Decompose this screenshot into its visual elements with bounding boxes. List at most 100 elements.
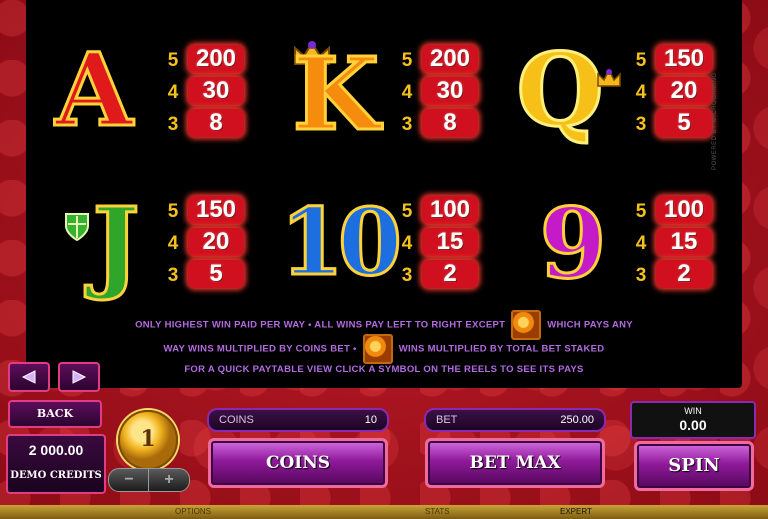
pay-count: 4 (167, 233, 179, 254)
minus-icon: − (124, 471, 134, 488)
coin-increase-button[interactable]: + (148, 468, 190, 492)
pay-row: 32 (632, 259, 742, 291)
pay-count: 4 (401, 233, 413, 254)
prev-page-button[interactable] (8, 362, 50, 392)
credits-label: DEMO CREDITS (10, 470, 102, 481)
spin-button[interactable]: SPIN (634, 441, 754, 491)
scatter-coin-icon (362, 334, 393, 364)
pay-value: 2 (422, 260, 478, 288)
bet-field-label: BET (436, 414, 458, 426)
pay-value: 5 (188, 260, 244, 288)
back-button[interactable]: BACK (8, 400, 102, 428)
info-line-2: WAY WINS MULTIPLIED BY COINS BET • WINS M… (26, 334, 742, 364)
win-label: WIN (684, 406, 702, 416)
symbol-k-glyph: K (291, 35, 381, 153)
crown-icon (597, 68, 621, 87)
pay-count: 3 (401, 114, 413, 135)
pay-count: 4 (167, 82, 179, 103)
paytable-panel: A 5 200 4 30 38 K 5 200 4 30 38 Q 5 150 4 20 3… (26, 0, 742, 388)
pay-value: 8 (188, 109, 244, 137)
powered-by-text: POWERED BY MICROGAMING (712, 72, 718, 170)
pay-value: 150 (656, 45, 712, 73)
pay-count: 4 (401, 82, 413, 103)
pay-value: 200 (188, 45, 244, 73)
coin-size-button[interactable]: 1 (118, 410, 178, 470)
symbol-9[interactable]: 9 (532, 187, 614, 300)
pay-row: 4 20 (164, 227, 274, 259)
win-display: WIN 0.00 (630, 401, 756, 439)
expert-link[interactable]: EXPERT (560, 505, 592, 519)
next-page-button[interactable] (58, 362, 100, 392)
symbol-q-glyph: Q (515, 31, 605, 149)
pay-value: 200 (422, 45, 478, 73)
symbol-k[interactable]: K (288, 40, 384, 146)
pay-row: 38 (164, 108, 274, 140)
pay-value: 5 (656, 109, 712, 137)
symbol-q[interactable]: Q (512, 31, 622, 149)
pay-count: 4 (635, 233, 647, 254)
pay-row: 4 20 (632, 76, 742, 108)
pay-value: 100 (422, 196, 478, 224)
pay-row: 4 15 (398, 227, 508, 259)
pay-value: 20 (188, 228, 244, 256)
pays-k: 5 200 4 30 38 (398, 44, 508, 140)
arrow-right-icon (72, 370, 87, 384)
pay-count: 3 (401, 265, 413, 286)
pay-value: 150 (188, 196, 244, 224)
symbol-10[interactable]: 10 (279, 195, 404, 296)
pay-row: 38 (398, 108, 508, 140)
symbol-j-glyph: J (91, 185, 141, 303)
pay-count: 5 (635, 201, 647, 222)
info-line-2-text-b: WINS MULTIPLIED BY TOTAL BET STAKED (398, 343, 605, 355)
pay-row: 5 200 (164, 44, 274, 76)
info-line-1-text-b: WHICH PAYS ANY (547, 319, 633, 331)
symbol-j[interactable]: J (64, 185, 146, 303)
pay-row: 5 100 (632, 195, 742, 227)
pay-row: 5 150 (632, 44, 742, 76)
pay-row: 5 200 (398, 44, 508, 76)
win-value: 0.00 (679, 417, 707, 433)
pay-value: 15 (422, 228, 478, 256)
pay-value: 100 (656, 196, 712, 224)
pays-a: 5 200 4 30 38 (164, 44, 274, 140)
pay-value: 30 (422, 77, 478, 105)
pay-count: 5 (167, 50, 179, 71)
pay-count: 4 (635, 82, 647, 103)
options-link[interactable]: OPTIONS (175, 505, 211, 519)
pay-count: 3 (167, 265, 179, 286)
pay-value: 8 (422, 109, 478, 137)
symbol-9-glyph: 9 (538, 187, 608, 300)
pays-9: 5 100 4 15 32 (632, 195, 742, 291)
pay-value: 30 (188, 77, 244, 105)
pay-row: 4 30 (164, 76, 274, 108)
pay-value: 20 (656, 77, 712, 105)
coins-button[interactable]: COINS (208, 438, 388, 488)
pay-count: 3 (635, 114, 647, 135)
bet-field: BET 250.00 (424, 408, 606, 432)
coin-decrease-button[interactable]: − (108, 468, 150, 492)
pay-row: 4 15 (632, 227, 742, 259)
pay-value: 2 (656, 260, 712, 288)
pay-value: 15 (656, 228, 712, 256)
bet-max-button[interactable]: BET MAX (425, 438, 605, 488)
plus-icon: + (164, 471, 174, 488)
stats-link[interactable]: STATS (425, 505, 450, 519)
pays-q: 5 150 4 20 35 (632, 44, 742, 140)
symbol-a-glyph: A (54, 31, 135, 149)
symbol-a[interactable]: A (54, 31, 135, 149)
pay-row: 35 (632, 108, 742, 140)
pay-count: 5 (635, 50, 647, 71)
bet-field-value: 250.00 (560, 414, 594, 426)
pay-row: 4 30 (398, 76, 508, 108)
pay-count: 5 (401, 201, 413, 222)
arrow-left-icon (21, 370, 36, 384)
pay-row: 5 150 (164, 195, 274, 227)
bottom-bar: OPTIONS STATS EXPERT (0, 505, 768, 519)
coins-field: COINS 10 (207, 408, 389, 432)
credits-value: 2 000.00 (28, 442, 84, 458)
info-line-1-text-a: ONLY HIGHEST WIN PAID PER WAY • ALL WINS… (135, 319, 506, 331)
pay-row: 32 (398, 259, 508, 291)
info-line-2-text-a: WAY WINS MULTIPLIED BY COINS BET • (163, 343, 357, 355)
pay-row: 35 (164, 259, 274, 291)
pay-count: 3 (635, 265, 647, 286)
